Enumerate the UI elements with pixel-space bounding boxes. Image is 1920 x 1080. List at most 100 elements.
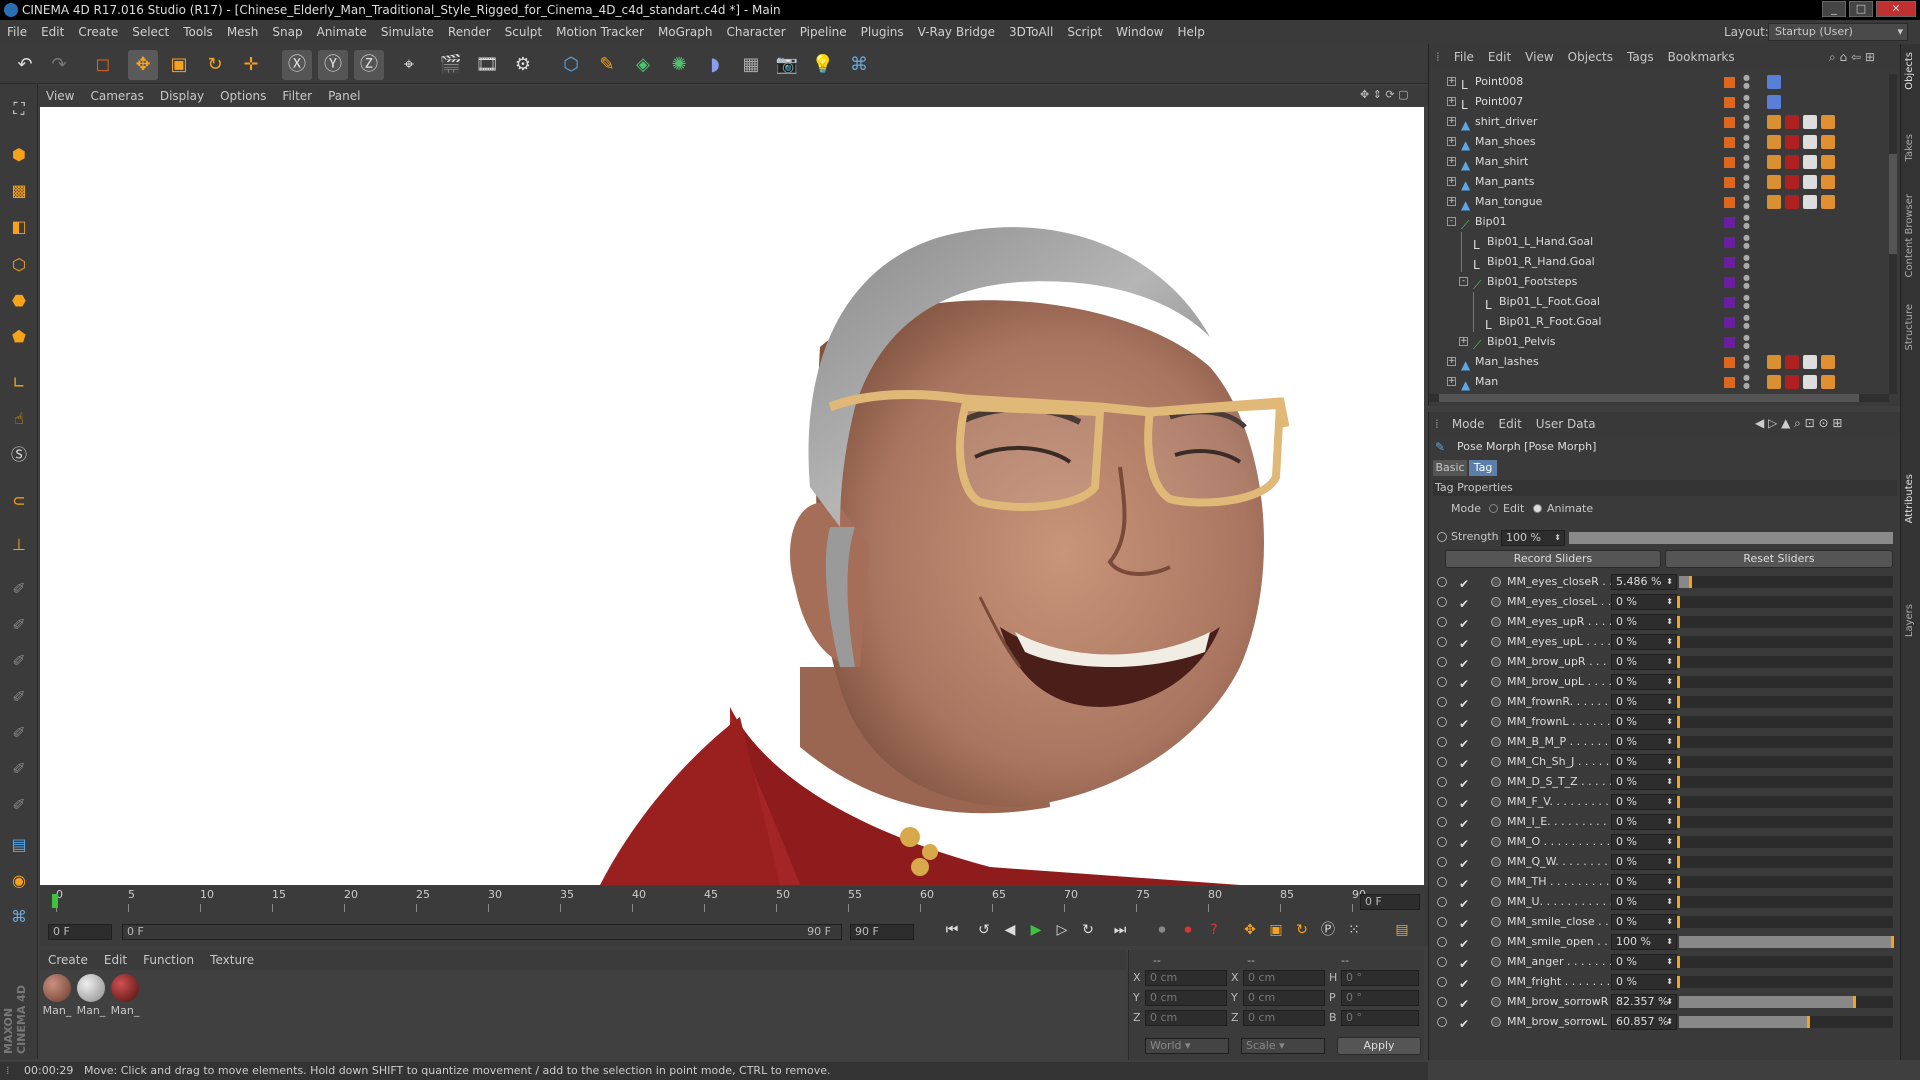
morph-slider[interactable] xyxy=(1677,976,1893,988)
viewport-menu-filter[interactable]: Filter xyxy=(274,86,320,106)
object-tag-icon[interactable] xyxy=(1767,75,1781,89)
object-tag-icon[interactable] xyxy=(1821,175,1835,189)
morph-value-field[interactable]: 100 % ⬍ xyxy=(1611,934,1677,950)
animate-dot-icon[interactable] xyxy=(1437,997,1447,1007)
morph-enable-checkbox[interactable]: ✔ xyxy=(1459,634,1469,654)
morph-select-radio[interactable] xyxy=(1491,977,1501,987)
object-tree-scrollbar[interactable] xyxy=(1889,74,1897,394)
morph-slider-handle[interactable] xyxy=(1677,676,1680,688)
morph-select-radio[interactable] xyxy=(1491,657,1501,667)
tab-basic[interactable]: Basic xyxy=(1433,460,1467,476)
object-row[interactable]: + ▲ Man ● ● xyxy=(1429,372,1889,392)
side-tab-layers[interactable]: Layers xyxy=(1904,604,1915,637)
make-editable-icon[interactable]: ⛶ xyxy=(4,94,34,124)
morph-slider-handle[interactable] xyxy=(1677,816,1680,828)
stepper-icon[interactable]: ⬍ xyxy=(1666,1015,1673,1029)
sculpt-inflate-icon[interactable]: ✐ xyxy=(4,754,34,784)
morph-select-radio[interactable] xyxy=(1491,837,1501,847)
menu-3dtoall[interactable]: 3DToAll xyxy=(1002,20,1060,44)
expand-toggle-icon[interactable]: + xyxy=(1447,97,1456,106)
object-tag-icon[interactable] xyxy=(1821,135,1835,149)
scrollbar-thumb[interactable] xyxy=(1889,154,1897,254)
morph-slider-handle[interactable] xyxy=(1677,616,1680,628)
rotate-tool-icon[interactable]: ↻ xyxy=(200,50,230,80)
morph-slider[interactable] xyxy=(1677,756,1893,768)
morph-slider-row[interactable]: ✔ MM_brow_upR . . . . .0 % ⬍ xyxy=(1429,652,1901,672)
visibility-dots-icon[interactable]: ● ● xyxy=(1743,274,1750,290)
visibility-dots-icon[interactable]: ● ● xyxy=(1743,154,1750,170)
menu-select[interactable]: Select xyxy=(125,20,176,44)
stepper-icon[interactable]: ⬍ xyxy=(1666,975,1673,989)
menu-render[interactable]: Render xyxy=(441,20,498,44)
expand-toggle-icon[interactable]: + xyxy=(1447,197,1456,206)
morph-slider-row[interactable]: ✔ MM_smile_close . . . .0 % ⬍ xyxy=(1429,912,1901,932)
morph-slider-handle[interactable] xyxy=(1853,996,1857,1008)
morph-value-field[interactable]: 0 % ⬍ xyxy=(1611,854,1677,870)
key-parameter-icon[interactable]: Ⓟ xyxy=(1316,918,1340,942)
morph-enable-checkbox[interactable]: ✔ xyxy=(1459,894,1469,914)
range-slider[interactable]: 0 F 90 F xyxy=(122,924,842,940)
object-tag-icon[interactable] xyxy=(1821,195,1835,209)
menu-tools[interactable]: Tools xyxy=(176,20,220,44)
object-tag-icon[interactable] xyxy=(1803,355,1817,369)
layout-select[interactable]: Startup (User) ▾ xyxy=(1768,23,1908,41)
stepper-icon[interactable]: ⬍ xyxy=(1666,695,1673,709)
morph-slider-handle[interactable] xyxy=(1677,656,1680,668)
side-tab-structure[interactable]: Structure xyxy=(1904,304,1915,351)
morph-slider-row[interactable]: ✔ MM_anger . . . . . . . . .0 % ⬍ xyxy=(1429,952,1901,972)
stepper-icon[interactable]: ⬍ xyxy=(1666,915,1673,929)
morph-slider-row[interactable]: ✔ MM_TH . . . . . . . . . . .0 % ⬍ xyxy=(1429,872,1901,892)
layer-color-swatch[interactable] xyxy=(1724,297,1735,308)
layer-color-swatch[interactable] xyxy=(1724,377,1735,388)
menu-mesh[interactable]: Mesh xyxy=(220,20,266,44)
mode-edit-radio[interactable] xyxy=(1489,504,1498,513)
animate-dot-icon[interactable] xyxy=(1437,797,1447,807)
morph-enable-checkbox[interactable]: ✔ xyxy=(1459,1014,1469,1034)
move-tool-icon[interactable]: ✥ xyxy=(128,50,158,80)
visibility-dots-icon[interactable]: ● ● xyxy=(1743,174,1750,190)
menu-help[interactable]: Help xyxy=(1170,20,1211,44)
polygons-mode-icon[interactable]: ⬟ xyxy=(4,322,34,352)
keyframe-selection-icon[interactable]: ? xyxy=(1202,918,1226,942)
tweak-mode-icon[interactable]: ☝ xyxy=(4,404,34,434)
morph-slider-handle[interactable] xyxy=(1677,636,1680,648)
object-row[interactable]: + ▲ Man_shoes ● ● xyxy=(1429,132,1889,152)
animate-dot-icon[interactable] xyxy=(1437,877,1447,887)
menu-edit[interactable]: Edit xyxy=(34,20,71,44)
end-frame-field[interactable]: 90 F xyxy=(850,924,914,940)
redo-icon[interactable]: ↷ xyxy=(44,50,74,80)
subdivision-surface-icon[interactable]: ◈ xyxy=(628,50,658,80)
material-menu-create[interactable]: Create xyxy=(40,950,96,970)
menu-file[interactable]: File xyxy=(0,20,34,44)
morph-slider-row[interactable]: ✔ MM_frownR. . . . . . . .0 % ⬍ xyxy=(1429,692,1901,712)
animate-dot-icon[interactable] xyxy=(1437,857,1447,867)
morph-enable-checkbox[interactable]: ✔ xyxy=(1459,834,1469,854)
cube-primitive-icon[interactable]: ⬡ xyxy=(556,50,586,80)
morph-enable-checkbox[interactable]: ✔ xyxy=(1459,954,1469,974)
stepper-icon[interactable]: ⬍ xyxy=(1666,895,1673,909)
object-tag-icon[interactable] xyxy=(1785,375,1799,389)
object-tag-icon[interactable] xyxy=(1821,375,1835,389)
layer-color-swatch[interactable] xyxy=(1724,197,1735,208)
morph-slider-row[interactable]: ✔ MM_B_M_P . . . . . . . .0 % ⬍ xyxy=(1429,732,1901,752)
animate-dot-icon[interactable] xyxy=(1437,637,1447,647)
morph-select-radio[interactable] xyxy=(1491,617,1501,627)
layer-color-swatch[interactable] xyxy=(1724,217,1735,228)
current-frame-field[interactable]: 0 F xyxy=(48,924,112,940)
morph-slider[interactable] xyxy=(1677,616,1893,628)
morph-enable-checkbox[interactable]: ✔ xyxy=(1459,774,1469,794)
morph-slider-row[interactable]: ✔ MM_brow_sorrowR 82.357 % ⬍ xyxy=(1429,992,1901,1012)
coord-space-select[interactable]: World ▾ xyxy=(1145,1038,1229,1054)
cloner-icon[interactable]: ✺ xyxy=(664,50,694,80)
layer-color-swatch[interactable] xyxy=(1724,117,1735,128)
key-pla-icon[interactable]: ⁙ xyxy=(1342,918,1366,942)
object-tag-icon[interactable] xyxy=(1767,115,1781,129)
coordinate-system-icon[interactable]: ⌖ xyxy=(394,50,424,80)
z-axis-lock-icon[interactable]: Ⓩ xyxy=(354,50,384,80)
morph-slider-row[interactable]: ✔ MM_fright . . . . . . . . .0 % ⬍ xyxy=(1429,972,1901,992)
strength-field[interactable]: 100 % ⬍ xyxy=(1501,530,1565,546)
object-tag-icon[interactable] xyxy=(1785,115,1799,129)
visibility-dots-icon[interactable]: ● ● xyxy=(1743,74,1750,90)
expand-toggle-icon[interactable]: + xyxy=(1447,77,1456,86)
morph-enable-checkbox[interactable]: ✔ xyxy=(1459,614,1469,634)
